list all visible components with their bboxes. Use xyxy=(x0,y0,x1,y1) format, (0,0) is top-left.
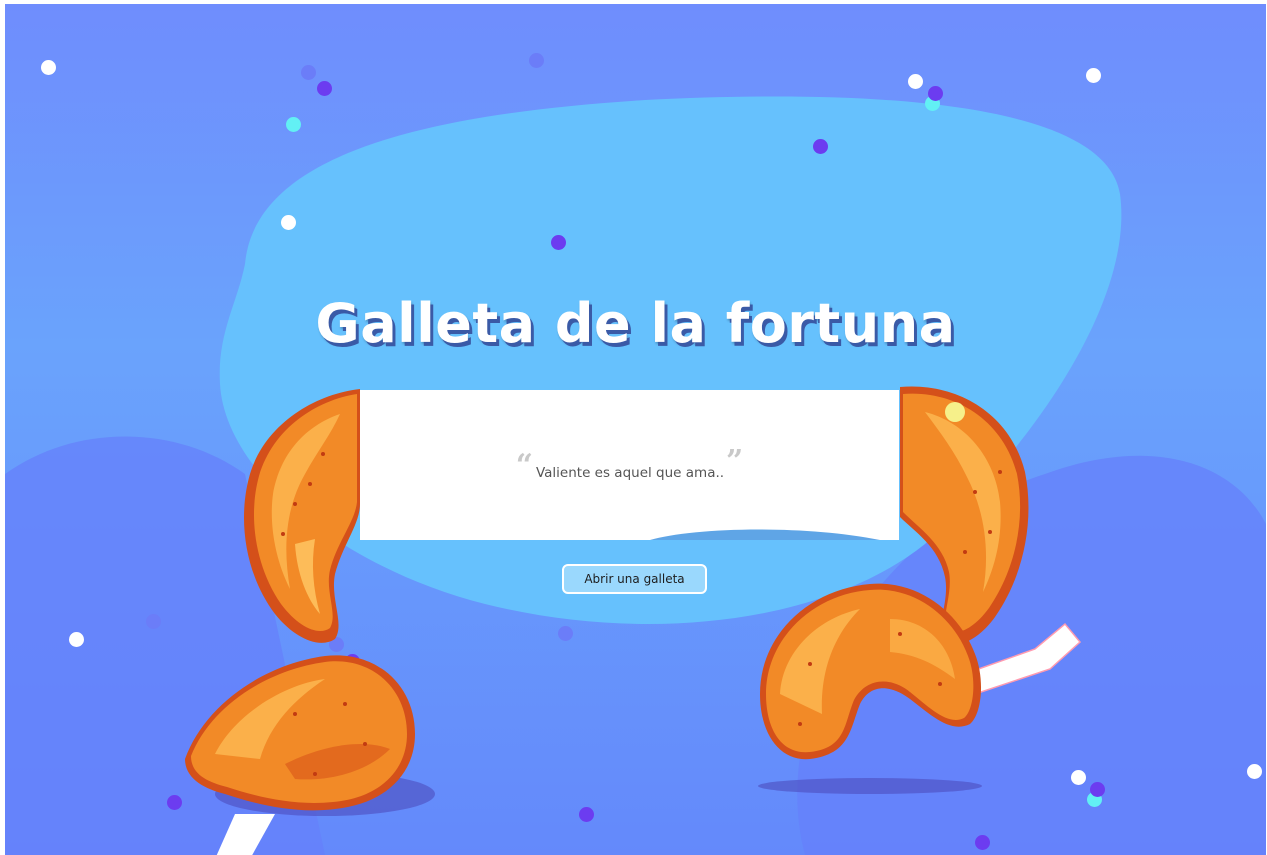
confetti-dot-icon xyxy=(286,117,301,132)
page-title: Galleta de la fortuna xyxy=(315,292,956,355)
confetti-dot-icon xyxy=(551,235,566,250)
card-wave-decoration xyxy=(650,529,880,540)
confetti-dot-icon xyxy=(69,632,84,647)
fortune-cookie-icon xyxy=(758,583,1082,794)
fortune-cookie-icon xyxy=(243,389,360,643)
fortune-cookie-page: Galleta de la fortuna “Valiente es aquel… xyxy=(5,4,1266,855)
confetti-dot-icon xyxy=(813,139,828,154)
confetti-dot-icon xyxy=(281,215,296,230)
open-cookie-button[interactable]: Abrir una galleta xyxy=(562,564,707,594)
confetti-dot-icon xyxy=(41,60,56,75)
confetti-dot-icon xyxy=(975,835,990,850)
confetti-dot-icon xyxy=(1086,68,1101,83)
fortune-text: Valiente es aquel que ama.. xyxy=(535,465,725,481)
open-quote-icon: “ xyxy=(515,448,533,483)
confetti-dot-icon xyxy=(1247,764,1262,779)
confetti-dot-icon xyxy=(928,86,943,101)
confetti-dot-icon xyxy=(301,65,316,80)
confetti-dot-icon xyxy=(579,807,594,822)
confetti-dot-icon xyxy=(908,74,923,89)
confetti-dot-icon xyxy=(529,53,544,68)
confetti-dot-icon xyxy=(317,81,332,96)
confetti-dot-icon xyxy=(146,614,161,629)
fortune-cookie-icon xyxy=(185,655,435,855)
close-quote-icon: ” xyxy=(726,444,744,479)
confetti-dot-icon xyxy=(1090,782,1105,797)
fortune-message-card: “Valiente es aquel que ama..” xyxy=(360,390,899,540)
fortune-message: “Valiente es aquel que ama..” xyxy=(360,444,899,483)
confetti-dot-icon xyxy=(558,626,573,641)
